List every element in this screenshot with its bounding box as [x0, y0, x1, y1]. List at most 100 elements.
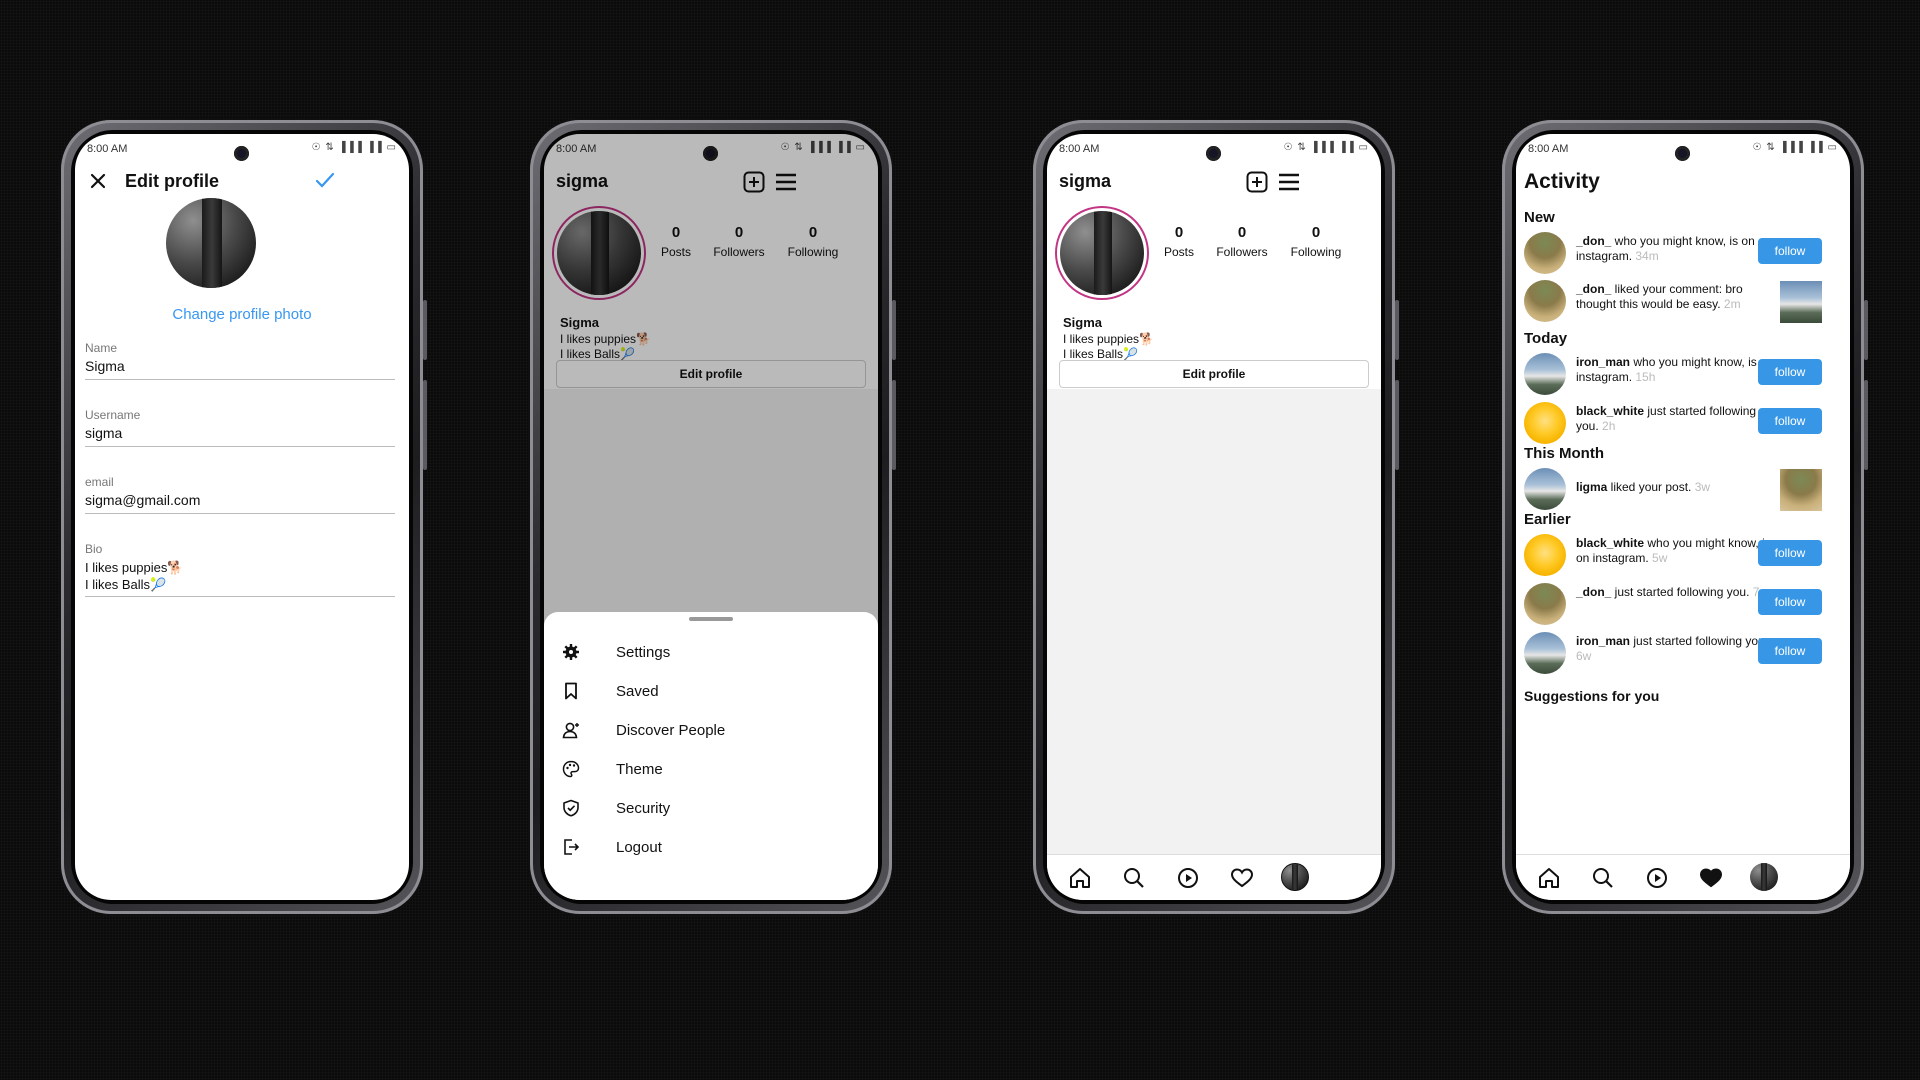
activity-message: just started following you. — [1630, 634, 1769, 648]
side-button — [1864, 300, 1868, 360]
menu-sheet: Settings Saved Discover People Theme Sec… — [544, 612, 878, 900]
stat-following[interactable]: 0 Following — [1281, 224, 1351, 259]
follow-button[interactable]: follow — [1758, 638, 1822, 664]
search-icon[interactable] — [1121, 865, 1147, 891]
activity-user[interactable]: _don_ — [1576, 585, 1611, 599]
activity-user[interactable]: iron_man — [1576, 634, 1630, 648]
gear-icon — [563, 644, 579, 660]
status-bar: 8:00 AM ☉ ⇅ ▐▐▐ ▐▐ ▭ — [75, 134, 409, 162]
email-label: email — [85, 475, 114, 489]
profile-photo[interactable] — [166, 198, 256, 288]
menu-item-settings[interactable]: Settings — [562, 641, 842, 665]
phone-activity: 8:00 AM ☉ ⇅ ▐▐▐ ▐▐ ▭ Activity New _don_ … — [1502, 120, 1868, 914]
heart-icon[interactable] — [1229, 865, 1255, 891]
search-icon[interactable] — [1590, 865, 1616, 891]
side-button — [1864, 380, 1868, 470]
page-title: Edit profile — [125, 171, 219, 191]
activity-user[interactable]: ligma — [1576, 480, 1607, 494]
bio-label: Bio — [85, 542, 103, 556]
user-avatar[interactable] — [1524, 583, 1566, 625]
bottom-nav — [1047, 854, 1381, 900]
sheet-handle[interactable] — [689, 617, 733, 621]
phone-edit-profile: 8:00 AM ☉ ⇅ ▐▐▐ ▐▐ ▭ Edit profile Change… — [61, 120, 427, 914]
activity-user[interactable]: _don_ — [1576, 282, 1611, 296]
user-avatar[interactable] — [1524, 534, 1566, 576]
stat-value: 0 — [1237, 224, 1247, 241]
home-icon[interactable] — [1536, 865, 1562, 891]
activity-row[interactable]: _don_ liked your comment: bro thought th… — [1524, 278, 1842, 323]
activity-user[interactable]: _don_ — [1576, 234, 1611, 248]
field-underline — [85, 513, 395, 514]
user-avatar[interactable] — [1524, 280, 1566, 322]
username-field[interactable]: sigma — [85, 425, 122, 441]
email-field[interactable]: sigma@gmail.com — [85, 492, 200, 508]
heart-filled-icon[interactable] — [1698, 865, 1724, 891]
activity-row[interactable]: black_white just started following you. … — [1524, 400, 1842, 444]
activity-row[interactable]: iron_man who you might know, is on insta… — [1524, 351, 1842, 395]
menu-item-label: Discover People — [616, 722, 726, 739]
stat-followers[interactable]: 0 Followers — [1207, 224, 1277, 259]
user-avatar[interactable] — [1524, 402, 1566, 444]
follow-button[interactable]: follow — [1758, 589, 1822, 615]
follow-button[interactable]: follow — [1758, 540, 1822, 566]
new-post-icon[interactable] — [1246, 171, 1268, 193]
stat-label: Posts — [1163, 245, 1194, 259]
activity-user[interactable]: black_white — [1576, 536, 1644, 550]
screen-activity: 8:00 AM ☉ ⇅ ▐▐▐ ▐▐ ▭ Activity New _don_ … — [1516, 134, 1850, 900]
user-avatar[interactable] — [1524, 468, 1566, 510]
reels-play-icon[interactable] — [1175, 865, 1201, 891]
activity-row[interactable]: black_white who you might know, is on in… — [1524, 532, 1842, 576]
activity-row[interactable]: _don_ just started following you. 7w fol… — [1524, 581, 1842, 625]
bio-field-line2[interactable]: I likes Balls🎾 — [85, 577, 166, 593]
menu-item-saved[interactable]: Saved — [562, 680, 842, 704]
activity-row[interactable]: _don_ who you might know, is on instagra… — [1524, 230, 1842, 274]
menu-item-label: Saved — [616, 683, 659, 700]
follow-button[interactable]: follow — [1758, 238, 1822, 264]
activity-time: 34m — [1635, 249, 1659, 263]
posts-area — [1047, 389, 1381, 854]
screen-edit-profile: 8:00 AM ☉ ⇅ ▐▐▐ ▐▐ ▭ Edit profile Change… — [75, 134, 409, 900]
home-icon[interactable] — [1067, 865, 1093, 891]
post-thumbnail[interactable] — [1780, 281, 1822, 323]
activity-row[interactable]: iron_man just started following you. 6w … — [1524, 630, 1842, 674]
activity-user[interactable]: iron_man — [1576, 355, 1630, 369]
status-icons: ☉ ⇅ ▐▐▐ ▐▐ ▭ — [1752, 142, 1838, 153]
add-person-icon — [562, 722, 579, 739]
user-avatar[interactable] — [1524, 232, 1566, 274]
profile-nav-avatar[interactable] — [1281, 863, 1309, 891]
edit-profile-button[interactable]: Edit profile — [1059, 360, 1369, 388]
screen-profile-menu: 8:00 AM ☉ ⇅ ▐▐▐ ▐▐ ▭ sigma 0 Posts 0 Fol… — [544, 134, 878, 900]
activity-row[interactable]: ligma liked your post. 3w — [1524, 466, 1842, 511]
menu-item-discover-people[interactable]: Discover People — [562, 719, 842, 743]
stat-posts[interactable]: 0 Posts — [1144, 224, 1214, 259]
stat-label: Followers — [1216, 245, 1268, 259]
activity-user[interactable]: black_white — [1576, 404, 1644, 418]
name-field[interactable]: Sigma — [85, 358, 125, 374]
side-button — [1395, 300, 1399, 360]
menu-item-logout[interactable]: Logout — [562, 836, 842, 860]
shield-icon — [563, 799, 579, 817]
profile-avatar-ring[interactable] — [1055, 206, 1149, 300]
follow-button[interactable]: follow — [1758, 408, 1822, 434]
bio-field-line1[interactable]: I likes puppies🐕 — [85, 560, 184, 576]
stat-value: 0 — [1311, 224, 1321, 241]
change-photo-link[interactable]: Change profile photo — [75, 306, 409, 323]
follow-button[interactable]: follow — [1758, 359, 1822, 385]
user-avatar[interactable] — [1524, 632, 1566, 674]
status-time: 8:00 AM — [1528, 143, 1569, 155]
status-time: 8:00 AM — [1059, 143, 1100, 155]
activity-text: black_white just started following you. … — [1576, 404, 1776, 434]
post-thumbnail[interactable] — [1780, 469, 1822, 511]
side-button — [423, 300, 427, 360]
activity-text: iron_man who you might know, is on insta… — [1576, 355, 1776, 385]
side-button — [1395, 380, 1399, 470]
activity-time: 5w — [1652, 551, 1668, 565]
profile-nav-avatar[interactable] — [1750, 863, 1778, 891]
hamburger-menu-icon[interactable] — [1278, 173, 1300, 191]
menu-item-theme[interactable]: Theme — [562, 758, 842, 782]
user-avatar[interactable] — [1524, 353, 1566, 395]
reels-play-icon[interactable] — [1644, 865, 1670, 891]
close-icon[interactable] — [89, 172, 107, 190]
menu-item-security[interactable]: Security — [562, 797, 842, 821]
check-icon[interactable] — [315, 171, 335, 189]
